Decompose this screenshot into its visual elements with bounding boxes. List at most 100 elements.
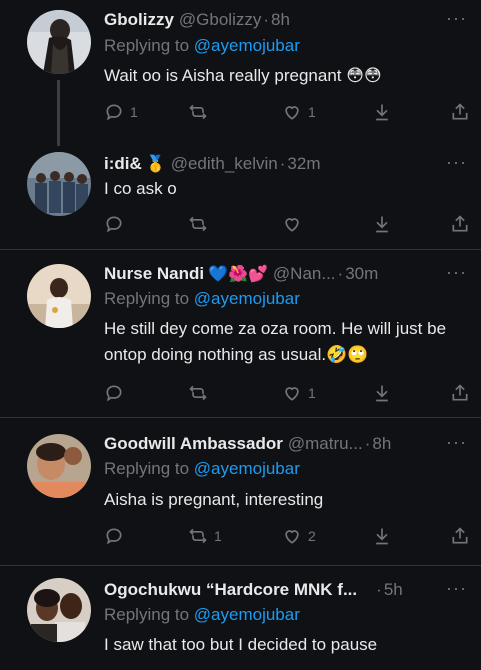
download-button[interactable]	[372, 212, 392, 236]
retweet-button[interactable]	[188, 212, 214, 236]
reply-button[interactable]	[104, 212, 130, 236]
replying-to: Replying to @ayemojubar	[104, 289, 300, 309]
retweet-button[interactable]: 1	[188, 524, 222, 548]
download-icon	[376, 385, 388, 402]
like-icon	[285, 387, 299, 401]
download-button[interactable]	[372, 381, 392, 405]
share-button[interactable]	[450, 212, 470, 236]
like-icon	[285, 218, 299, 232]
like-button[interactable]	[282, 212, 308, 236]
retweet-button[interactable]	[188, 100, 214, 124]
avatar[interactable]	[27, 10, 91, 74]
retweet-icon	[189, 216, 207, 232]
timestamp[interactable]: 8h	[271, 10, 290, 30]
reply-count: 1	[130, 104, 138, 120]
like-count: 1	[308, 385, 316, 401]
share-icon	[452, 527, 468, 544]
download-button[interactable]	[372, 524, 392, 548]
more-icon[interactable]: ···	[446, 8, 467, 29]
more-icon[interactable]: ···	[446, 262, 467, 283]
separator: ·	[279, 154, 286, 173]
avatar[interactable]	[27, 578, 91, 642]
mention-link[interactable]: @ayemojubar	[194, 459, 300, 478]
tweet-nurse-nandi[interactable]: Nurse Nandi 💙🌺💕 @Nan... · 30m ··· Replyi…	[0, 250, 481, 418]
share-button[interactable]	[450, 100, 470, 124]
retweet-button[interactable]	[188, 381, 214, 405]
tweet-text: I saw that too but I decided to pause	[104, 635, 378, 654]
retweet-icon	[189, 528, 207, 544]
user-handle[interactable]: @edith_kelvin	[171, 154, 278, 174]
user-handle[interactable]: @matru...	[288, 434, 363, 454]
reply-button[interactable]	[104, 381, 130, 405]
thread-line	[57, 80, 60, 146]
tweet-idi[interactable]: i:di& 🥇 @edith_kelvin · 32m ··· I co ask…	[0, 146, 481, 250]
like-icon	[285, 530, 299, 544]
share-button[interactable]	[450, 524, 470, 548]
replying-to-label: Replying to	[104, 605, 190, 624]
reply-button[interactable]: 1	[104, 100, 138, 124]
like-icon	[285, 106, 299, 120]
replying-to: Replying to @ayemojubar	[104, 459, 300, 479]
replying-to: Replying to @ayemojubar	[104, 36, 300, 56]
tweet-text: Aisha is pregnant, interesting	[104, 490, 324, 509]
display-name[interactable]: i:di&	[104, 154, 142, 174]
reply-button[interactable]	[104, 524, 130, 548]
separator: ·	[376, 580, 382, 599]
timestamp[interactable]: 32m	[287, 154, 320, 174]
more-icon[interactable]: ···	[446, 152, 467, 173]
avatar[interactable]	[27, 152, 91, 216]
share-button[interactable]	[450, 381, 470, 405]
replying-to-label: Replying to	[104, 36, 190, 55]
display-name[interactable]: Ogochukwu “Hardcore MNK f...	[104, 580, 357, 600]
like-button[interactable]: 2	[282, 524, 316, 548]
reply-icon	[106, 104, 122, 121]
action-bar	[104, 212, 470, 236]
display-name[interactable]: Nurse Nandi	[104, 264, 204, 284]
replying-to-label: Replying to	[104, 289, 190, 308]
tweet-goodwill-ambassador[interactable]: Goodwill Ambassador @matru... · 8h ··· R…	[0, 418, 481, 566]
retweet-count: 1	[214, 528, 222, 544]
tweet-ogochukwu[interactable]: Ogochukwu “Hardcore MNK f... · 5h ··· Re…	[0, 566, 481, 670]
separator: ·	[364, 434, 371, 453]
avatar[interactable]	[27, 434, 91, 498]
share-icon	[452, 215, 468, 232]
user-handle[interactable]: @Gbolizzy	[179, 10, 261, 30]
separator: ·	[263, 10, 270, 29]
like-count: 2	[308, 528, 316, 544]
separator: ·	[337, 264, 344, 283]
share-icon	[452, 103, 468, 120]
user-handle[interactable]: @Nan...	[273, 264, 336, 284]
mention-link[interactable]: @ayemojubar	[194, 605, 300, 624]
download-button[interactable]	[372, 100, 392, 124]
reply-thread: Gbolizzy @Gbolizzy · 8h ··· Replying to …	[0, 0, 481, 670]
avatar[interactable]	[27, 264, 91, 328]
retweet-icon	[189, 385, 207, 401]
like-button[interactable]: 1	[282, 381, 316, 405]
tweet-header: Nurse Nandi 💙🌺💕 @Nan... · 30m	[104, 262, 467, 286]
tweet-text: He still dey come za oza room. He will j…	[104, 319, 447, 364]
download-icon	[376, 528, 388, 545]
more-icon[interactable]: ···	[446, 432, 467, 453]
heart-flower-emoji: 💙🌺💕	[208, 266, 268, 283]
action-bar: 1 2	[104, 524, 470, 548]
replying-to-label: Replying to	[104, 459, 190, 478]
mention-link[interactable]: @ayemojubar	[194, 289, 300, 308]
tweet-header: Goodwill Ambassador @matru... · 8h	[104, 432, 467, 456]
like-button[interactable]: 1	[282, 100, 316, 124]
timestamp[interactable]: 5h	[384, 580, 403, 600]
more-icon[interactable]: ···	[446, 578, 467, 599]
action-bar: 1	[104, 381, 470, 405]
timestamp[interactable]: 30m	[345, 264, 378, 284]
tweet-gbolizzy[interactable]: Gbolizzy @Gbolizzy · 8h ··· Replying to …	[0, 0, 481, 146]
tweet-header: Ogochukwu “Hardcore MNK f... · 5h	[104, 578, 467, 602]
replying-to: Replying to @ayemojubar	[104, 605, 300, 625]
display-name[interactable]: Goodwill Ambassador	[104, 434, 283, 454]
tweet-text: I co ask o	[104, 179, 177, 198]
tweet-header: Gbolizzy @Gbolizzy · 8h	[104, 8, 467, 32]
retweet-icon	[189, 104, 207, 120]
reply-icon	[106, 528, 122, 545]
timestamp[interactable]: 8h	[372, 434, 391, 454]
mention-link[interactable]: @ayemojubar	[194, 36, 300, 55]
like-count: 1	[308, 104, 316, 120]
display-name[interactable]: Gbolizzy	[104, 10, 174, 30]
